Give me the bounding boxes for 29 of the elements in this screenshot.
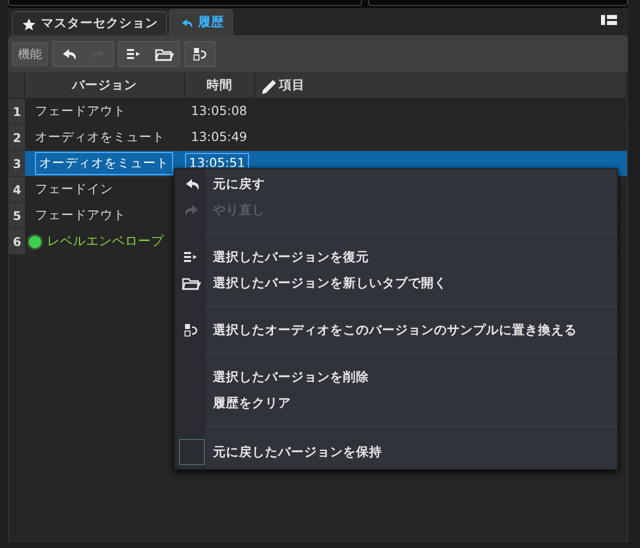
row-number: 2 bbox=[9, 125, 25, 150]
version-cell-text: オーディオをミュート bbox=[35, 128, 165, 146]
version-cell-text: フェードアウト bbox=[35, 102, 126, 120]
row-number: 5 bbox=[9, 203, 25, 228]
row-number: 3 bbox=[9, 151, 25, 176]
version-cell-text: フェードアウト bbox=[35, 206, 126, 224]
version-cell-text: フェードイン bbox=[35, 180, 113, 198]
tab[interactable]: マスターセクション bbox=[12, 11, 167, 35]
column-header[interactable]: 項目 bbox=[255, 73, 627, 98]
menu-item[interactable]: 選択したバージョンを削除 bbox=[175, 364, 617, 390]
menu-item[interactable]: 元に戻したバージョンを保持 bbox=[175, 437, 617, 467]
tab[interactable]: 履歴 bbox=[169, 9, 233, 35]
time-cell-text: 13:05:49 bbox=[190, 128, 248, 146]
menu-item[interactable]: 選択したバージョンを復元 bbox=[175, 244, 617, 270]
checkbox[interactable] bbox=[178, 439, 204, 465]
function-button[interactable]: 機能 bbox=[12, 42, 48, 66]
current-state-dot bbox=[29, 236, 41, 248]
column-header[interactable]: 時間 bbox=[185, 73, 255, 98]
row-number: 4 bbox=[9, 177, 25, 202]
time-cell-text: 13:05:08 bbox=[190, 102, 248, 120]
menu-item[interactable]: 選択したオーディオをこのバージョンのサンプルに置き換える bbox=[175, 317, 617, 343]
column-header[interactable]: バージョン bbox=[25, 73, 185, 98]
menu-item[interactable]: 履歴をクリア bbox=[175, 390, 617, 416]
menu-item[interactable]: 選択したバージョンを新しいタブで開く bbox=[175, 270, 617, 296]
table-row[interactable]: 1 フェードアウト 13:05:08 bbox=[9, 99, 627, 125]
version-cell-text: レベルエンベロープ bbox=[47, 232, 164, 250]
version-cell: オーディオをミュート bbox=[35, 152, 173, 175]
row-number: 6 bbox=[9, 229, 25, 254]
row-number: 1 bbox=[9, 99, 25, 124]
